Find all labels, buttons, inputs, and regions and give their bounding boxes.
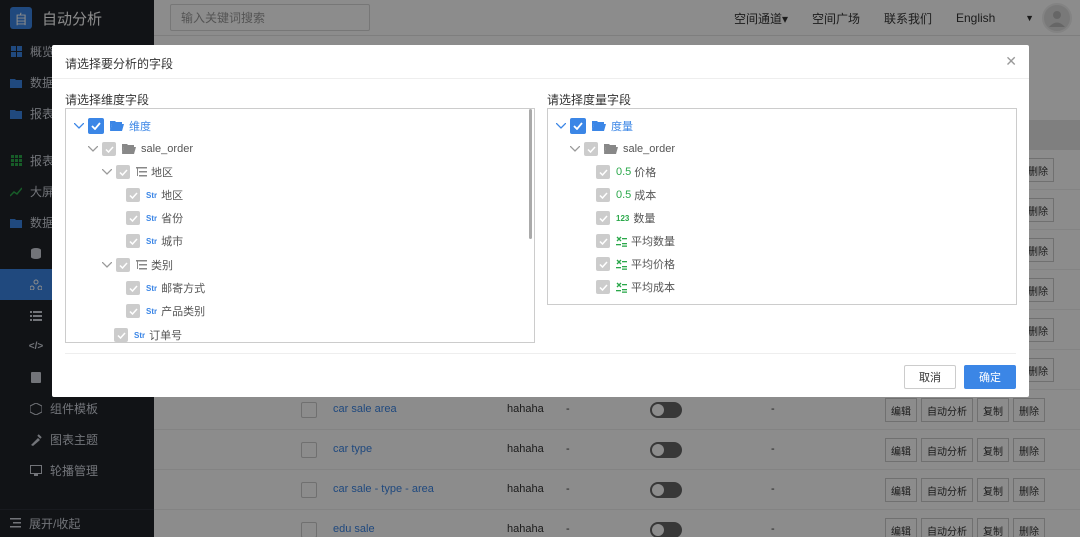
folder-open-icon	[110, 121, 124, 131]
tree-leaf[interactable]: Str 地区	[126, 185, 183, 205]
chevron-down-icon[interactable]	[102, 260, 112, 270]
tree-node-label: 省份	[161, 213, 184, 225]
tree-leaf[interactable]: 123 数量	[596, 208, 655, 228]
tree-node-label: 平均价格	[631, 259, 675, 271]
tree-node-label: 地区	[161, 190, 184, 202]
dialog-title: 请选择要分析的字段	[65, 57, 174, 71]
confirm-button[interactable]: 确定	[964, 365, 1016, 389]
str-type-icon: Str	[134, 330, 146, 340]
close-icon[interactable]: ✕	[1005, 53, 1017, 70]
str-type-icon: Str	[146, 190, 158, 200]
tree-node-label: 价格	[634, 167, 657, 179]
dimension-tree[interactable]: 维度 sale_order 地区 Str 地区 Str 省份 Str 城市 类别…	[65, 108, 535, 343]
tree-leaf[interactable]: Str 产品类别	[126, 301, 205, 321]
tree-node-label: sale_order	[623, 143, 675, 155]
checkbox-checked-disabled	[102, 142, 116, 156]
tree-node-label: 成本	[634, 190, 657, 202]
measure-label: 请选择度量字段	[547, 93, 632, 107]
chevron-down-icon[interactable]	[570, 144, 580, 154]
tree-node-label: 类别	[151, 260, 173, 272]
checkbox-checked-disabled	[596, 188, 610, 202]
dimension-label: 请选择维度字段	[65, 93, 150, 107]
folder-open-icon	[592, 121, 606, 131]
str-type-icon: Str	[146, 213, 158, 223]
chevron-down-icon[interactable]	[102, 167, 112, 177]
tree-node-root[interactable]: 度量	[556, 116, 633, 136]
checkbox-checked-disabled	[126, 234, 140, 248]
tree-node-label: 产品类别	[161, 306, 206, 318]
integer-type-icon: 123	[616, 213, 630, 223]
folder-open-icon	[604, 144, 618, 154]
checkbox-checked-disabled	[596, 234, 610, 248]
checkbox-checked-disabled	[116, 258, 130, 272]
tree-node-label: 平均数量	[631, 236, 675, 248]
tree-node-root[interactable]: 维度	[74, 116, 151, 136]
tree-scrollbar[interactable]	[529, 109, 532, 239]
tree-node-label: 度量	[611, 121, 633, 133]
tree-leaf[interactable]: Str 邮寄方式	[126, 278, 205, 298]
checkbox-checked-disabled	[126, 281, 140, 295]
tree-leaf[interactable]: Str 省份	[126, 208, 183, 228]
checkbox-checked-disabled	[126, 188, 140, 202]
tree-node-group[interactable]: 地区	[102, 162, 173, 182]
hierarchy-icon	[136, 166, 147, 178]
chevron-down-icon[interactable]	[556, 121, 566, 131]
checkbox-checked-disabled	[126, 304, 140, 318]
decimal-type-icon: 0.5	[616, 166, 632, 178]
tree-node-source[interactable]: sale_order	[88, 139, 193, 159]
checkbox-checked[interactable]	[570, 118, 586, 134]
measure-tree[interactable]: 度量 sale_order 0.5 价格 0.5 成本 123 数量 平均数量	[547, 108, 1017, 305]
tree-node-label: 订单号	[149, 330, 183, 342]
tree-node-label: 邮寄方式	[161, 283, 206, 295]
tree-leaf[interactable]: Str 城市	[126, 231, 183, 251]
field-select-dialog: 请选择要分析的字段 ✕ 请选择维度字段 请选择度量字段 维度 sale_orde…	[52, 45, 1029, 397]
checkbox-checked-disabled	[126, 211, 140, 225]
tree-node-label: 平均成本	[631, 282, 675, 294]
checkbox-checked-disabled	[596, 211, 610, 225]
tree-leaf[interactable]: 0.5 价格	[596, 162, 656, 182]
tree-leaf[interactable]: 平均数量	[596, 231, 675, 251]
folder-open-icon	[122, 144, 136, 154]
tree-node-label: 地区	[151, 167, 173, 179]
checkbox-checked-disabled	[596, 257, 610, 271]
str-type-icon: Str	[146, 283, 158, 293]
checkbox-checked-disabled	[596, 280, 610, 294]
dialog-divider	[52, 78, 1029, 79]
checkbox-checked-disabled	[114, 328, 128, 342]
cancel-button[interactable]: 取消	[904, 365, 956, 389]
tree-node-source[interactable]: sale_order	[570, 139, 675, 159]
checkbox-checked-disabled	[116, 165, 130, 179]
checkbox-checked[interactable]	[88, 118, 104, 134]
calculated-field-icon	[616, 236, 627, 247]
tree-node-label: sale_order	[141, 143, 193, 155]
tree-leaf[interactable]: 0.5 成本	[596, 185, 656, 205]
calculated-field-icon	[616, 259, 627, 270]
calculated-field-icon	[616, 282, 627, 293]
tree-node-group[interactable]: 类别	[102, 255, 173, 275]
chevron-down-icon[interactable]	[74, 121, 84, 131]
tree-leaf[interactable]: 平均成本	[596, 277, 675, 297]
checkbox-checked-disabled	[596, 165, 610, 179]
tree-node-label: 城市	[161, 236, 184, 248]
tree-node-label: 维度	[129, 121, 151, 133]
str-type-icon: Str	[146, 306, 158, 316]
hierarchy-icon	[136, 259, 147, 271]
tree-leaf[interactable]: 平均价格	[596, 254, 675, 274]
tree-leaf[interactable]: Str 订单号	[114, 325, 183, 342]
decimal-type-icon: 0.5	[616, 189, 632, 201]
tree-node-label: 数量	[633, 213, 656, 225]
str-type-icon: Str	[146, 236, 158, 246]
chevron-down-icon[interactable]	[88, 144, 98, 154]
checkbox-checked-disabled	[584, 142, 598, 156]
dialog-footer-divider	[65, 353, 1016, 354]
